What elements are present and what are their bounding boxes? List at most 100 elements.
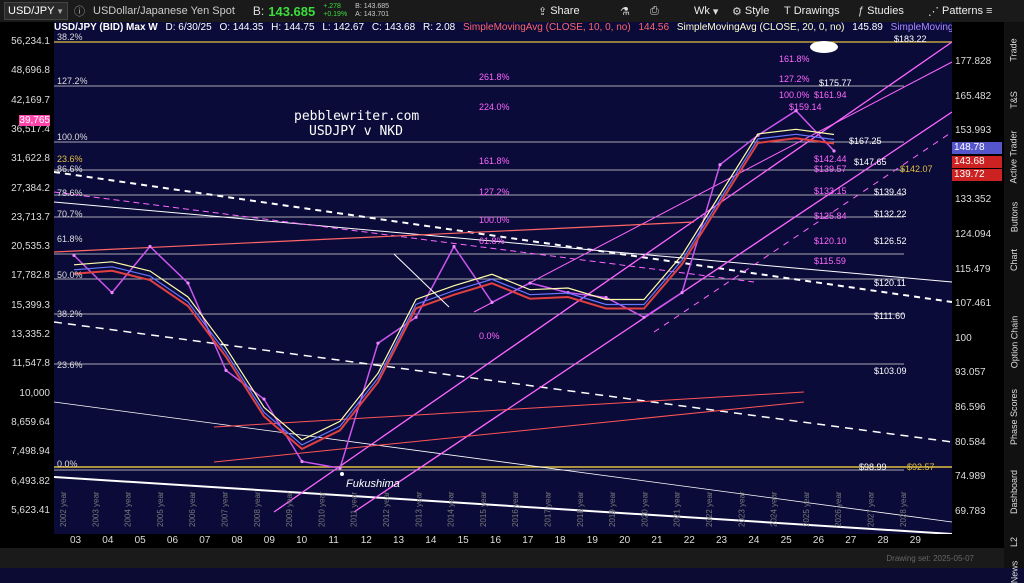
side-tab-trade[interactable]: Trade [1004,30,1024,70]
right-axis-tick: 124.094 [955,229,992,240]
side-tab-buttons[interactable]: Buttons [1004,197,1024,237]
trend-line [54,321,952,443]
chart-header: USD/JPY (BID) Max W D: 6/30/25 O: 144.35… [54,22,952,36]
x-axis: 03 04 05 06 07 08 09 10 11 12 13 14 15 16 17 18 19 20 21 22… [54,534,952,548]
side-tab-label: Dashboard [1009,469,1019,515]
left-axis-tick: 6,493.82 [11,475,50,487]
symbol-label: USD/JPY [8,5,55,17]
chart-title: USD/JPY (BID) Max W [54,22,158,33]
left-fib-label: 50.0% [57,270,83,280]
price-point [680,291,684,295]
x-axis-tick: 07 [199,535,211,546]
sma-red-line [73,137,835,451]
arrow-line [393,253,450,308]
year-label: 2004 year [124,491,133,527]
info-icon[interactable]: ⓘ [74,3,85,19]
top-fib-label: 161.8% [779,54,810,64]
side-tab-option-chain[interactable]: Option Chain [1004,312,1024,372]
right-axis: 177.828165.482153.993143.301133.352124.0… [952,22,1004,534]
share-button[interactable]: ⇪ Share [538,3,580,19]
drawings-button[interactable]: T Drawings [784,3,840,19]
year-label: 2008 year [253,491,262,527]
x-axis-tick: 12 [360,535,372,546]
sma2-value: 145.89 [852,22,883,33]
price-chart: 38.2%127.2%100.0%23.6%86.6%78.6%70.7%61.… [54,32,952,534]
chart-area[interactable]: 38.2% 127.2% 100.0% 23.6% 86.6% 78.6% 70.7% 61.… [54,22,952,534]
top-fib-label: 100.0% [779,90,810,100]
sma1-label: SimpleMovingAvg (CLOSE, 10, 0, no) [463,22,631,33]
side-tab-dashboard[interactable]: Dashboard [1004,462,1024,522]
level-label: $98.99 [859,462,887,472]
x-axis-tick: 16 [489,535,502,546]
year-label: 2009 year [285,491,294,527]
annotation-dot [340,472,344,476]
period-button[interactable]: Wk ▾ [694,3,718,19]
side-tab-chart[interactable]: Chart [1004,242,1024,277]
side-tab-label: Phase Scores [1009,388,1019,446]
menu-button[interactable]: ≡ [986,3,992,19]
header-range: R: 2.08 [422,22,456,33]
left-fib-label: 23.6% [57,360,83,370]
side-tab-t-s[interactable]: T&S [1004,82,1024,117]
price-point [224,368,228,372]
change-net: +.278 [323,3,341,10]
x-axis-tick: 15 [457,535,469,546]
style-label: Style [744,5,770,17]
ask-small: A: 143.701 [355,11,390,18]
patterns-icon: ⋰ [928,5,939,18]
year-label: 2019 year [608,491,617,527]
price-point [300,459,304,464]
x-axis-tick: 25 [780,535,792,546]
year-label: 2024 year [770,491,779,527]
x-axis-tick: 22 [683,535,695,546]
right-axis-tick: 153.993 [955,125,992,137]
right-axis-tick: 100 [955,332,972,344]
top-fib-label: $125.84 [814,211,847,221]
side-tab-label: L2 [1008,536,1019,548]
price-box: 139.72 [952,169,1002,181]
print-button[interactable]: ⎙ [650,3,659,19]
flask-button[interactable]: ⚗ [620,3,630,19]
side-tab-label: Active Trader [1009,130,1019,184]
right-axis-tick: 93.057 [955,367,986,379]
studies-button[interactable]: ƒ Studies [858,3,904,19]
trend-line [54,191,755,283]
symbol-selector[interactable]: USD/JPY ▼ [4,2,68,20]
right-fib-label: 61.8% [479,236,505,246]
patterns-button[interactable]: ⋰ Patterns [928,3,983,19]
left-axis-tick: 27,384.2 [11,182,50,194]
level-label: $103.09 [874,366,907,376]
side-tab-active-trader[interactable]: Active Trader [1004,127,1024,187]
top-fib-label: 127.2% [779,74,810,84]
year-label: 2026 year [834,491,843,527]
x-axis-tick: 24 [748,535,760,546]
side-tab-phase-scores[interactable]: Phase Scores [1004,382,1024,452]
right-axis-tick: 80.584 [955,436,986,448]
header-date: D: 6/30/25 [165,22,212,33]
left-axis-tick: 10,000 [19,387,50,399]
side-tab-news[interactable]: News [1004,561,1024,583]
x-axis-tick: 14 [425,535,437,546]
left-axis-tick: 7,498.94 [11,446,50,458]
side-tab-label: Option Chain [1009,315,1020,369]
price-point [262,397,266,401]
x-axis-tick: 27 [845,535,857,546]
x-axis-tick: 19 [586,535,598,546]
side-tab-l2[interactable]: L2 [1004,532,1024,552]
left-axis-tick: 5,623.41 [11,504,50,516]
style-button[interactable]: ⚙ Style [732,3,769,19]
year-label: 2010 year [317,491,326,527]
x-axis-tick: 08 [231,535,243,546]
left-fib-label: 70.7% [57,209,83,219]
right-axis-tick: 69.783 [955,505,986,517]
studies-label: Studies [867,5,904,17]
top-fib-label: $133.15 [814,186,847,196]
left-axis-tick: 48,696.8 [11,65,50,77]
style-icon: ⚙ [732,5,742,18]
year-label: 2011 year [350,492,359,527]
top-fib-label: $159.14 [789,102,822,112]
right-axis-tick: 115.479 [955,263,991,275]
security-name: USDollar/Japanese Yen Spot [93,5,235,17]
right-axis-tick: 133.352 [955,194,992,206]
trend-line [653,131,952,333]
